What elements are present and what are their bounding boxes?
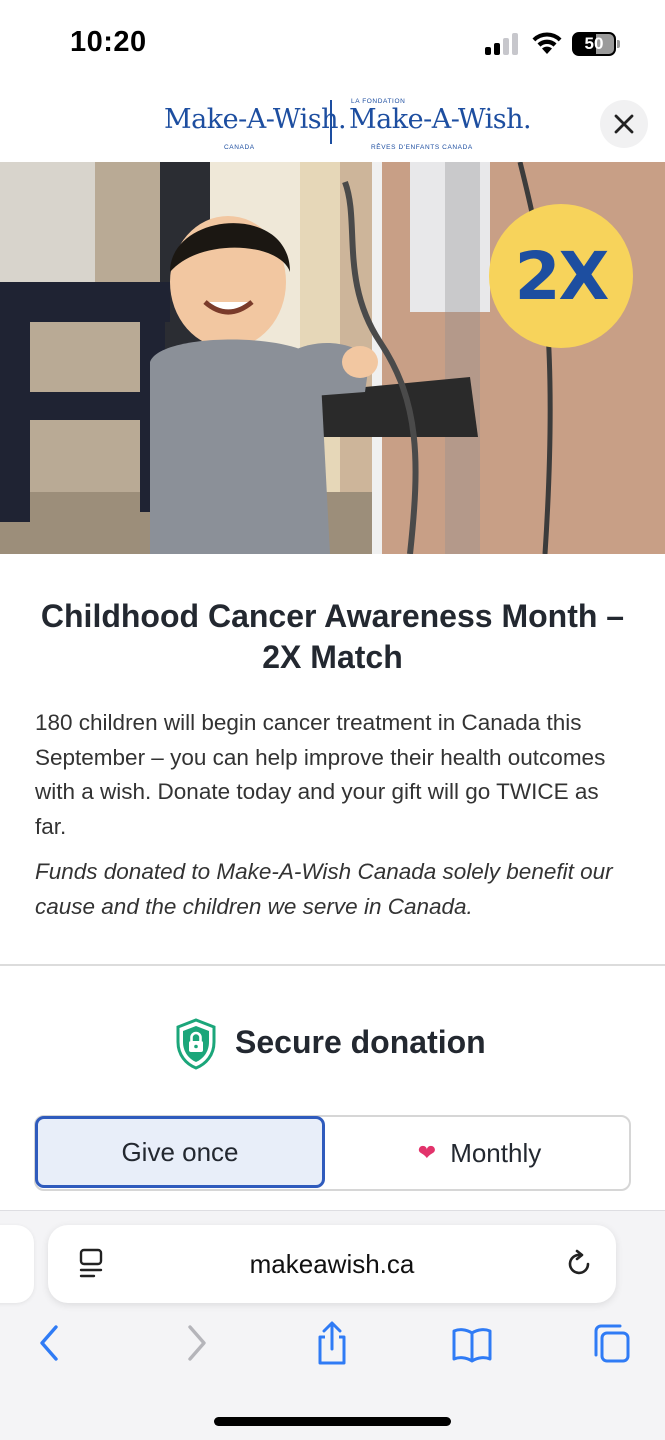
battery-icon: 50 bbox=[572, 32, 620, 56]
logo-divider bbox=[330, 100, 332, 144]
battery-level: 50 bbox=[584, 34, 604, 53]
badge-text: 2X bbox=[514, 237, 610, 315]
tabs-icon[interactable] bbox=[592, 1321, 632, 1365]
status-time: 10:20 bbox=[70, 26, 147, 58]
secure-donation-label: Secure donation bbox=[235, 1024, 486, 1060]
logo-left-name: Make-A-Wish. bbox=[164, 104, 347, 135]
close-icon bbox=[614, 114, 634, 134]
funds-note: Funds donated to Make-A-Wish Canada sole… bbox=[35, 859, 613, 919]
url-text: makeawish.ca bbox=[249, 1249, 415, 1279]
bookmarks-icon[interactable] bbox=[452, 1321, 492, 1365]
address-bar[interactable]: makeawish.ca bbox=[48, 1225, 616, 1303]
give-once-option[interactable]: Give once bbox=[35, 1116, 325, 1188]
forward-icon[interactable] bbox=[176, 1321, 216, 1365]
heart-icon: ❤ bbox=[417, 1140, 437, 1165]
back-icon[interactable] bbox=[32, 1321, 72, 1365]
browser-toolbar: makeawish.ca bbox=[0, 1210, 665, 1440]
logo-right-sub: RÊVES D'ENFANTS CANADA bbox=[371, 144, 473, 151]
status-bar: 10:20 50 bbox=[0, 0, 665, 88]
share-icon[interactable] bbox=[312, 1321, 352, 1365]
site-header: Make-A-Wish. CANADA LA FONDATION Make-A-… bbox=[0, 88, 665, 162]
wifi-icon bbox=[532, 32, 562, 54]
previous-tab-preview[interactable] bbox=[0, 1225, 34, 1303]
secure-donation-heading: Secure donation bbox=[0, 1018, 665, 1070]
divider bbox=[0, 964, 665, 966]
match-badge: 2X bbox=[489, 204, 633, 348]
logo-left-sub: CANADA bbox=[224, 144, 255, 151]
home-indicator[interactable] bbox=[214, 1417, 451, 1426]
logo-right-name: Make-A-Wish. bbox=[349, 104, 532, 135]
give-once-label: Give once bbox=[121, 1136, 239, 1167]
monthly-option[interactable]: ❤ Monthly bbox=[328, 1117, 631, 1189]
signal-icon bbox=[485, 33, 521, 55]
page-title: Childhood Cancer Awareness Month – 2X Ma… bbox=[40, 598, 625, 675]
reload-icon[interactable] bbox=[564, 1249, 594, 1279]
close-button[interactable] bbox=[600, 100, 648, 148]
shield-lock-icon bbox=[176, 1018, 216, 1070]
browser-nav-row bbox=[0, 1321, 665, 1371]
campaign-description: 180 children will begin cancer treatment… bbox=[35, 710, 606, 839]
hero-image: 2X bbox=[0, 162, 665, 554]
monthly-label: Monthly bbox=[450, 1137, 542, 1168]
frequency-toggle: Give once ❤ Monthly bbox=[34, 1115, 631, 1191]
